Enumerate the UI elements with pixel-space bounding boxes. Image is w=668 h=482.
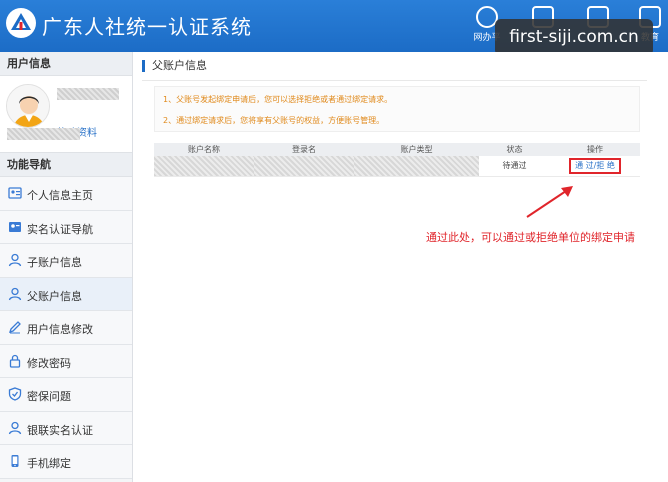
notice-line: 1、父账号发起绑定申请后，您可以选择拒绝或者通过绑定请求。 xyxy=(163,95,393,104)
sidebar-item-security-question[interactable]: 密保问题 xyxy=(0,378,132,412)
column-header: 账户类型 xyxy=(354,143,479,156)
parent-account-table: 账户名称 登录名 账户类型 状态 操作 待通过 通 过/拒 绝 xyxy=(154,143,640,177)
sidebar-item-realname-guide[interactable]: 实名认证导航 xyxy=(0,210,132,244)
title-divider xyxy=(142,80,647,81)
sidebar-item-label: 手机绑定 xyxy=(27,457,71,470)
column-header: 状态 xyxy=(479,143,550,156)
shield-icon xyxy=(8,387,22,401)
lock-icon xyxy=(9,354,21,368)
user-icon xyxy=(8,421,22,434)
sidebar-item-label: 子账户信息 xyxy=(27,256,82,269)
pencil-icon xyxy=(8,321,21,334)
action-cell: 通 过/拒 绝 xyxy=(550,156,640,177)
user-icon xyxy=(8,253,22,267)
sidebar-item-label: 父账户信息 xyxy=(27,289,82,303)
sidebar-item-label: 用户信息修改 xyxy=(27,323,93,336)
account-name-redacted xyxy=(154,156,254,177)
sidebar-item-sub-account[interactable]: 子账户信息 xyxy=(0,244,132,278)
sidebar-item-personal-home[interactable]: 个人信息主页 xyxy=(0,177,132,211)
sidebar-item-change-password[interactable]: 修改密码 xyxy=(0,344,132,378)
sidebar-item-label: 修改密码 xyxy=(27,356,71,370)
table-row: 待通过 通 过/拒 绝 xyxy=(154,156,640,177)
sidebar-item-label: 实名认证导航 xyxy=(27,222,93,236)
sidebar-item-edit-user-info[interactable]: 用户信息修改 xyxy=(0,311,132,345)
annotation-text: 通过此处，可以通过或拒绝单位的绑定申请 xyxy=(426,231,635,244)
avatar xyxy=(6,84,50,128)
account-type-redacted xyxy=(354,156,479,177)
column-header: 登录名 xyxy=(254,143,354,156)
user-info-box: 修改资料 xyxy=(0,76,132,153)
notice-line: 2、通过绑定请求后，您将享有父账号的权益，方便账号管理。 xyxy=(163,116,385,125)
phone-icon xyxy=(11,455,19,467)
notice-box: 1、父账号发起绑定申请后，您可以选择拒绝或者通过绑定请求。 2、通过绑定请求后，… xyxy=(154,86,640,132)
sidebar-item-label: 密保问题 xyxy=(27,390,71,403)
user-icon xyxy=(8,287,22,300)
account-id-redacted xyxy=(7,128,80,140)
column-header: 账户名称 xyxy=(154,143,254,156)
user-section-title: 用户信息 xyxy=(0,52,132,76)
column-header: 操作 xyxy=(550,143,640,156)
sidebar-item-label: 个人信息主页 xyxy=(27,189,93,202)
username-redacted xyxy=(57,88,119,100)
sidebar: 用户信息 修改资料 功能导航 个人信息主页 实名认证导航 xyxy=(0,52,133,482)
id-card-icon xyxy=(8,187,22,199)
sidebar-item-unionpay-auth[interactable]: 银联实名认证 xyxy=(0,411,132,445)
page-title: 父账户信息 xyxy=(142,60,207,72)
approve-reject-button[interactable]: 通 过/拒 绝 xyxy=(569,157,621,174)
sidebar-item-label: 银联实名认证 xyxy=(27,423,93,437)
logo xyxy=(6,8,36,38)
watermark: first-siji.com.cn xyxy=(495,19,653,56)
main-content: 父账户信息 1、父账号发起绑定申请后，您可以选择拒绝或者通过绑定请求。 2、通过… xyxy=(134,52,668,482)
app-title: 广东人社统一认证系统 xyxy=(42,15,252,39)
sidebar-item-phone-binding[interactable]: 手机绑定 xyxy=(0,445,132,479)
status-cell: 待通过 xyxy=(479,156,550,177)
login-name-redacted xyxy=(254,156,354,177)
id-photo-icon xyxy=(9,221,21,232)
sidebar-item-parent-account[interactable]: 父账户信息 xyxy=(0,277,132,311)
nav-section-title: 功能导航 xyxy=(0,153,132,177)
annotation-arrow xyxy=(526,186,573,218)
